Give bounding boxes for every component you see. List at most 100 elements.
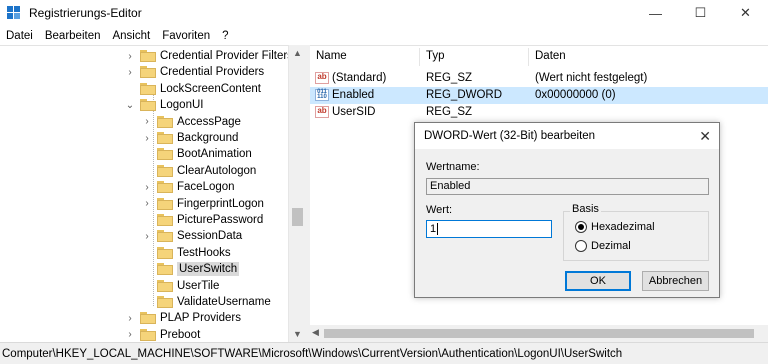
column-header-name[interactable]: Name: [316, 50, 347, 62]
tree-item[interactable]: PicturePassword: [141, 212, 263, 228]
window-title: Registrierungs-Editor: [29, 6, 142, 20]
tree-item[interactable]: › Credential Provider Filters: [124, 48, 293, 64]
value-row-selected[interactable]: 011 110 Enabled REG_DWORD 0x00000000 (0): [310, 87, 768, 104]
radio-unchecked-icon[interactable]: [575, 240, 587, 252]
cancel-button[interactable]: Abbrechen: [642, 271, 709, 291]
value-data: 0x00000000 (0): [535, 89, 616, 101]
tree-item[interactable]: › Background: [141, 130, 238, 146]
menu-bearbeiten[interactable]: Bearbeiten: [39, 30, 107, 42]
value-row[interactable]: ab (Standard) REG_SZ (Wert nicht festgel…: [310, 70, 768, 87]
tree-item[interactable]: UserSwitch: [141, 261, 240, 277]
values-horizontal-scrollbar[interactable]: ◀: [310, 325, 768, 342]
column-header-data[interactable]: Daten: [535, 50, 566, 62]
tree-item[interactable]: › Preboot: [124, 327, 200, 342]
folder-icon: [157, 132, 173, 144]
scroll-left-icon[interactable]: ◀: [312, 327, 319, 338]
text-cursor: [437, 223, 439, 236]
tree-item[interactable]: ClearAutologon: [141, 163, 256, 179]
tree-item[interactable]: › FaceLogon: [141, 179, 235, 195]
tree-item-label: ClearAutologon: [177, 164, 257, 177]
value-data-input[interactable]: 1: [426, 220, 552, 238]
chevron-right-icon[interactable]: ›: [141, 116, 153, 127]
radio-hexadecimal[interactable]: Hexadezimal: [575, 221, 655, 233]
scroll-up-icon[interactable]: ▲: [289, 45, 306, 61]
tree-item-label: LockScreenContent: [160, 82, 262, 95]
base-label: Basis: [570, 203, 601, 215]
tree-item-label: UserTile: [177, 279, 220, 292]
value-type: REG_SZ: [426, 72, 473, 84]
tree-item-label: BootAnimation: [177, 148, 252, 161]
tree-vertical-scrollbar[interactable]: ▲ ▼: [288, 45, 305, 342]
value-name: Enabled: [332, 89, 375, 101]
scroll-thumb[interactable]: [292, 208, 303, 226]
status-path: Computer\HKEY_LOCAL_MACHINE\SOFTWARE\Mic…: [2, 347, 623, 360]
value-name: UserSID: [332, 106, 376, 118]
close-button[interactable]: ✕: [723, 0, 768, 26]
value-row[interactable]: ab UserSID REG_SZ: [310, 104, 768, 121]
radio-decimal[interactable]: Dezimal: [575, 240, 631, 252]
tree-item[interactable]: › AccessPage: [141, 114, 241, 130]
regedit-app-icon: [7, 6, 21, 20]
tree-item[interactable]: ValidateUsername: [141, 294, 271, 310]
tree-item[interactable]: › FingerprintLogon: [141, 196, 264, 212]
base-groupbox: [563, 211, 709, 261]
dword-value-icon: 011 110: [315, 89, 329, 101]
value-name: (Standard): [332, 72, 387, 84]
menu-help[interactable]: ?: [216, 30, 234, 42]
folder-icon: [157, 115, 173, 128]
scroll-down-icon[interactable]: ▼: [289, 326, 306, 342]
maximize-button[interactable]: ☐: [678, 0, 723, 26]
folder-icon: [140, 50, 156, 62]
menu-bar: Datei Bearbeiten Ansicht Favoriten ?: [0, 26, 768, 45]
tree-item[interactable]: BootAnimation: [141, 146, 252, 162]
radio-decimal-label: Dezimal: [591, 240, 631, 252]
radio-checked-icon[interactable]: [575, 221, 587, 233]
chevron-right-icon[interactable]: ›: [141, 182, 153, 193]
folder-icon: [140, 328, 156, 341]
folder-icon: [157, 296, 173, 308]
folder-icon: [157, 263, 173, 276]
folder-icon: [140, 66, 156, 79]
tree-item[interactable]: › PLAP Providers: [124, 310, 241, 326]
tree-item-label: Background: [177, 132, 239, 144]
tree-item[interactable]: ⌄ LogonUI: [124, 97, 203, 113]
value-data-label: Wert:: [426, 204, 453, 216]
tree-item-label: LogonUI: [160, 99, 204, 112]
string-value-icon: ab: [315, 106, 329, 118]
menu-datei[interactable]: Datei: [0, 30, 39, 42]
tree-item[interactable]: › Credential Providers: [124, 64, 264, 80]
dialog-close-icon[interactable]: ✕: [699, 128, 711, 145]
minimize-button[interactable]: —: [633, 0, 678, 26]
chevron-right-icon[interactable]: ›: [141, 231, 153, 242]
scroll-thumb[interactable]: [324, 329, 754, 338]
chevron-right-icon[interactable]: ›: [124, 313, 136, 324]
folder-icon: [140, 99, 156, 112]
tree-item[interactable]: › SessionData: [141, 228, 242, 244]
menu-favoriten[interactable]: Favoriten: [156, 30, 216, 42]
ok-button[interactable]: OK: [565, 271, 631, 291]
folder-icon: [157, 246, 173, 259]
folder-icon: [157, 181, 173, 194]
tree-item-label: UserSwitch: [177, 262, 240, 277]
registry-tree[interactable]: › Credential Provider Filters › Credential …: [0, 45, 305, 342]
value-type: REG_SZ: [426, 106, 473, 118]
tree-item-label: Preboot: [160, 328, 201, 341]
value-type: REG_DWORD: [426, 89, 503, 101]
folder-icon: [157, 148, 173, 161]
dialog-title: DWORD-Wert (32-Bit) bearbeiten: [424, 130, 596, 142]
chevron-right-icon[interactable]: ›: [124, 67, 136, 78]
column-header-type[interactable]: Typ: [426, 50, 445, 62]
tree-item[interactable]: UserTile: [141, 278, 219, 294]
folder-icon: [157, 164, 173, 177]
folder-icon: [157, 230, 173, 243]
chevron-right-icon[interactable]: ›: [141, 198, 153, 209]
string-value-icon: ab: [315, 72, 329, 84]
menu-ansicht[interactable]: Ansicht: [106, 30, 156, 42]
value-name-label: Wertname:: [426, 161, 480, 173]
tree-item[interactable]: LockScreenContent: [124, 81, 261, 97]
chevron-down-icon[interactable]: ⌄: [124, 100, 136, 111]
chevron-right-icon[interactable]: ›: [141, 133, 153, 144]
chevron-right-icon[interactable]: ›: [124, 329, 136, 340]
tree-item[interactable]: TestHooks: [141, 245, 231, 261]
chevron-right-icon[interactable]: ›: [124, 51, 136, 62]
